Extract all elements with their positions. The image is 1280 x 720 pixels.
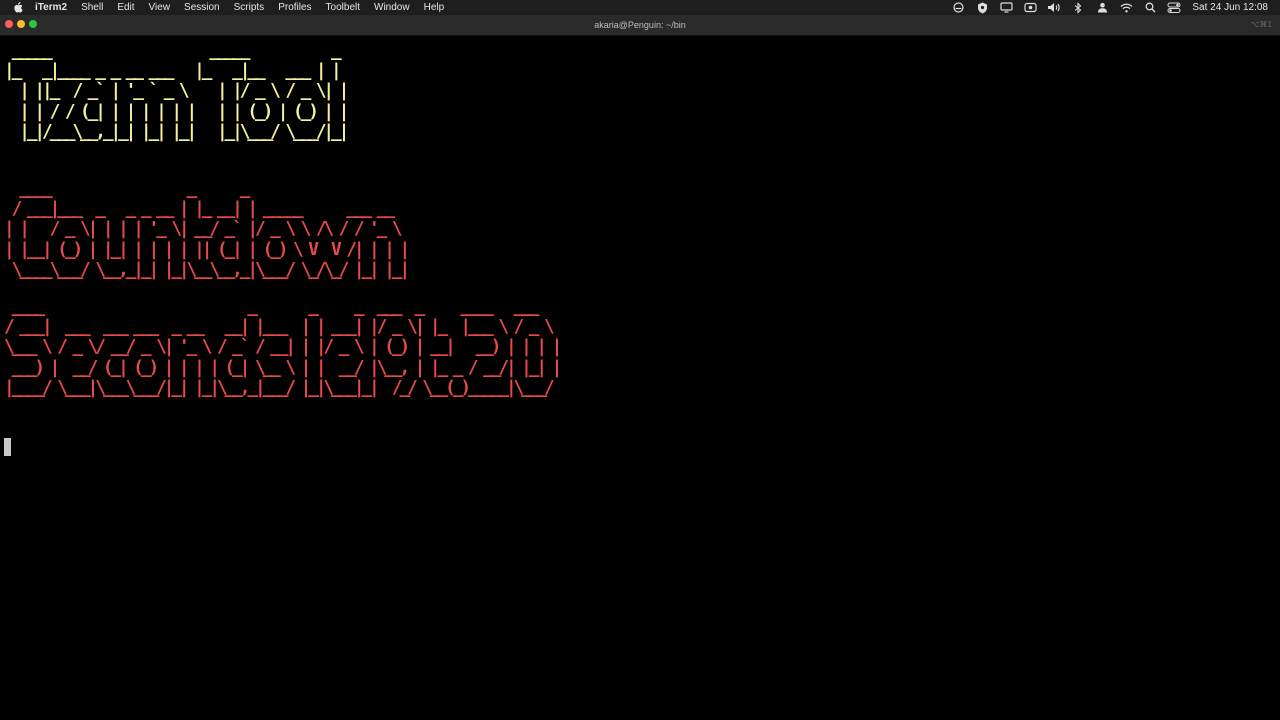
menu-app-iterm2[interactable]: iTerm2 bbox=[35, 0, 74, 15]
spotlight-search-icon[interactable] bbox=[1138, 0, 1162, 15]
ascii-line: | | / _ \| | | | '_ \| __/ _` |/ _ \ \ /… bbox=[4, 218, 408, 240]
window-shortcut-label: ⌥⌘1 bbox=[1250, 20, 1272, 29]
user-icon[interactable] bbox=[1090, 0, 1114, 15]
ascii-line: |_ _|____ _ _ __ ___ |_ _|__ ___ | | bbox=[4, 60, 342, 82]
menu-edit[interactable]: Edit bbox=[110, 0, 141, 15]
ascii-line: ____ _ _ _ ___ _ ____ ___ bbox=[4, 296, 552, 317]
menu-window[interactable]: Window bbox=[367, 0, 417, 15]
window-title: akaria@Penguin: ~/bin bbox=[594, 20, 686, 30]
ascii-line: | ||_ / _` | '_ ` _ \ | |/ _ \ / _ \| | bbox=[4, 80, 349, 102]
apple-menu-icon[interactable] bbox=[11, 2, 25, 13]
bluetooth-icon[interactable] bbox=[1066, 0, 1090, 15]
menu-bar-clock[interactable]: Sat 24 Jun 12:08 bbox=[1192, 0, 1268, 15]
ascii-line: / ___|___ _ _ _ __ | |_ __| | _____ ___ … bbox=[4, 198, 408, 220]
control-center-icon[interactable] bbox=[1162, 0, 1186, 15]
window-title-bar[interactable]: akaria@Penguin: ~/bin ⌥⌘1 bbox=[0, 15, 1280, 36]
wifi-icon[interactable] bbox=[1114, 0, 1138, 15]
ascii-line: |____/ \___|\___\___/|_| |_|\__,_|___/ |… bbox=[4, 376, 560, 398]
menu-bar-left: iTerm2 Shell Edit View Session Scripts P… bbox=[0, 0, 451, 15]
menu-toolbelt[interactable]: Toolbelt bbox=[319, 0, 367, 15]
menu-scripts[interactable]: Scripts bbox=[227, 0, 272, 15]
ascii-line: ___) | __/ (_| (_) | | | | (_| \__ \ | |… bbox=[4, 356, 563, 378]
ascii-banner-2: ____ _ _ / ___|___ _ _ _ __ | |_ __| | _… bbox=[4, 178, 411, 280]
ascii-line: / ___| ___ ___ ___ _ __ __| |___ | | ___… bbox=[4, 316, 560, 338]
screen-record-icon[interactable] bbox=[1018, 0, 1042, 15]
ascii-banner-3: ____ _ _ _ ___ _ ____ ___ / ___| ___ ___… bbox=[4, 296, 563, 398]
ascii-line: \___ \ / _ \/ __/ _ \| '_ \ / _` / __| |… bbox=[4, 336, 562, 358]
terminal-cursor bbox=[4, 438, 11, 456]
terminal-view[interactable]: _____ _____ _ |_ _|____ _ _ __ ___ |_ _|… bbox=[0, 36, 1280, 720]
ascii-line: \____\___/ \__,_|_| |_|\__\__,_|\___/ \_… bbox=[4, 258, 411, 280]
ascii-line: |_|/___\__,_|_| |_| |_| |_|\___/ \___/|_… bbox=[4, 120, 349, 142]
ascii-line: | | / / (_| | | | | | | | | (_) | (_) | … bbox=[4, 100, 349, 122]
menu-help[interactable]: Help bbox=[417, 0, 452, 15]
display-icon[interactable] bbox=[994, 0, 1018, 15]
shield-icon[interactable] bbox=[970, 0, 994, 15]
menu-shell[interactable]: Shell bbox=[74, 0, 110, 15]
cloud-icon[interactable] bbox=[946, 0, 970, 15]
ascii-line: ____ _ _ bbox=[4, 178, 408, 199]
volume-icon[interactable] bbox=[1042, 0, 1066, 15]
menu-session[interactable]: Session bbox=[177, 0, 227, 15]
menu-view[interactable]: View bbox=[142, 0, 178, 15]
ascii-banner-1: _____ _____ _ |_ _|____ _ _ __ ___ |_ _|… bbox=[4, 40, 349, 142]
menu-profiles[interactable]: Profiles bbox=[271, 0, 318, 15]
menu-bar-right: Sat 24 Jun 12:08 bbox=[946, 0, 1280, 15]
ascii-line: | |__| (_) | |_| | | | | || (_| | (_) \ … bbox=[4, 238, 410, 260]
ascii-line: _____ _____ _ bbox=[4, 40, 347, 61]
menu-bar: iTerm2 Shell Edit View Session Scripts P… bbox=[0, 0, 1280, 15]
